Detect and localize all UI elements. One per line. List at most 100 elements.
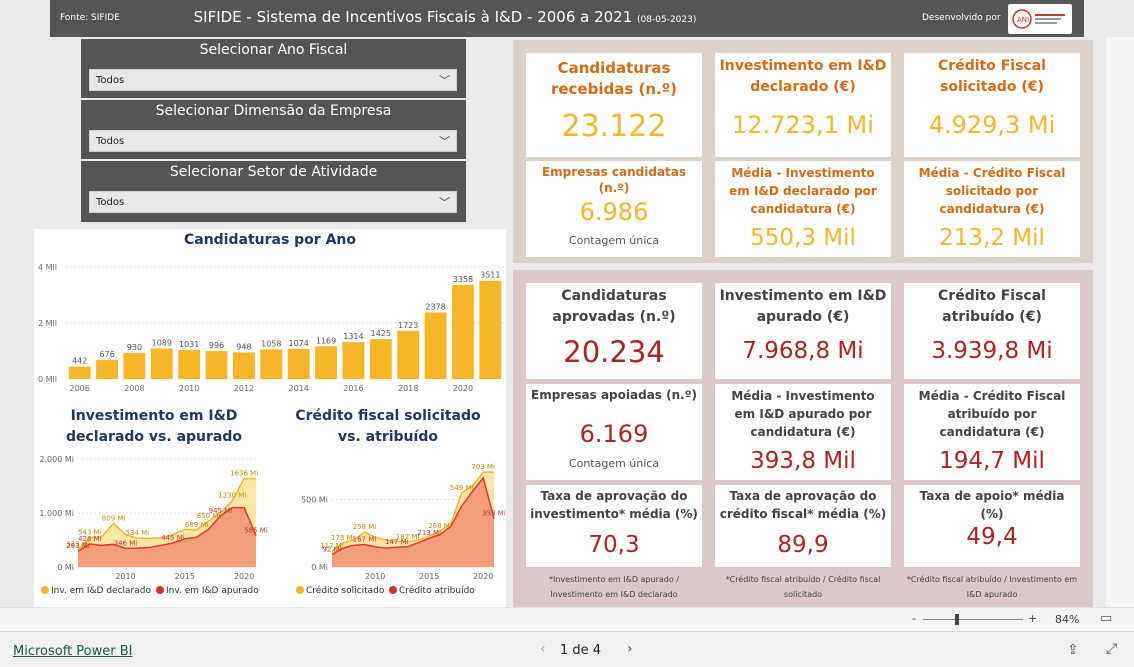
- bar-data-label: 1169: [316, 336, 336, 345]
- legend-dot: [389, 586, 397, 594]
- bar: [479, 280, 502, 379]
- powerbi-link[interactable]: Microsoft Power BI: [13, 644, 132, 659]
- bar-data-label: 1723: [398, 321, 418, 330]
- kpi-card-candidaturas-recebidas: Candidaturas recebidas (n.º) 23.122: [526, 53, 702, 157]
- bar: [315, 346, 338, 379]
- charts-panel: Candidaturas por Ano 0 Mil 2 Mil 4 Mil 442 6…: [34, 229, 506, 607]
- report-title-text: SIFIDE - Sistema de Incentivos Fiscais à…: [193, 8, 633, 26]
- area-data-label: 1230 Mi: [218, 492, 246, 500]
- bar: [232, 352, 255, 379]
- legend-dot: [156, 586, 164, 594]
- kpi-label: Candidaturas recebidas (n.º): [550, 59, 678, 98]
- kpi-label: Média - Investimento em I&D apurado por …: [731, 389, 875, 439]
- powerbi-footer: Microsoft Power BI ‹ 1 de 4 › ⇪ ⤢: [0, 631, 1134, 667]
- x-tick-label: 2010: [179, 384, 199, 393]
- report-header: Fonte: SIFIDE SIFIDE - Sistema de Incent…: [50, 0, 1084, 37]
- kpi-card-taxa-aprovacao-investimento: Taxa de aprovação do investimento* média…: [526, 485, 702, 567]
- zoom-bar: - + 84% ▭: [0, 607, 1134, 631]
- kpi-label: Taxa de aprovação do crédito fiscal* méd…: [719, 489, 887, 521]
- area-data-label: 585 Mi: [244, 526, 268, 534]
- bar: [150, 348, 173, 379]
- kpi-label: Crédito Fiscal atribuído (€): [938, 288, 1046, 325]
- bar-data-label: 3358: [453, 275, 473, 284]
- area-data-label: 178 Mi: [331, 534, 355, 542]
- kpi-value: 6.169: [579, 420, 649, 448]
- kpi-card-media-investimento-apurado: Média - Investimento em I&D apurado por …: [715, 384, 891, 480]
- bar-data-label: 1058: [261, 339, 281, 348]
- share-icon[interactable]: ⇪: [1067, 642, 1079, 658]
- area-data-label: 809 Mi: [102, 514, 126, 522]
- kpi-value: 89,9: [777, 532, 829, 558]
- area-data-label: 703 Mi: [471, 463, 495, 471]
- footnote-apoio: *Crédito fiscal atribuído / Investimento…: [906, 575, 1078, 599]
- kpi-card-candidaturas-aprovadas: Candidaturas aprovadas (n.º) 20.234: [526, 283, 702, 379]
- kpi-card-taxa-aprovacao-credito: Taxa de aprovação do crédito fiscal* méd…: [715, 485, 891, 567]
- kpi-value: 4.929,3 Mi: [928, 111, 1056, 139]
- legend-atribuido: Crédito atribuído: [389, 586, 475, 596]
- area-chart-1-title: Investimento em I&D declarado vs. apurad…: [65, 408, 242, 445]
- bar-data-label: 1425: [371, 329, 391, 338]
- previous-page-icon[interactable]: ‹: [540, 641, 546, 657]
- kpi-label: Candidaturas aprovadas (n.º): [552, 288, 676, 325]
- kpi-card-credito-solicitado: Crédito Fiscal solicitado (€) 4.929,3 Mi: [904, 53, 1080, 157]
- next-page-icon[interactable]: ›: [627, 641, 633, 657]
- kpi-label: Investimento em I&D apurado (€): [719, 288, 887, 325]
- legend-dot: [41, 586, 49, 594]
- report-title: SIFIDE - Sistema de Incentivos Fiscais à…: [50, 8, 840, 26]
- slicer-value-ano: Todos: [96, 75, 125, 86]
- bar-data-label: 3511: [480, 271, 500, 280]
- legend-label: Crédito atribuído: [399, 586, 475, 596]
- chevron-down-icon: ﹀: [439, 135, 450, 148]
- x-tick-label: 2020: [473, 572, 493, 579]
- kpi-card-investimento-declarado: Investimento em I&D declarado (€) 12.723…: [715, 53, 891, 157]
- candidaturas-bar-chart: 0 Mil 2 Mil 4 Mil 442 676 930 1089 1031 996 948 10…: [38, 263, 504, 393]
- kpi-card-empresas-apoiadas: Empresas apoiadas (n.º) 6.169 Contagem ú…: [526, 384, 702, 480]
- area-data-label: 689 Mi: [185, 521, 209, 529]
- kpi-label: Investimento em I&D declarado (€): [719, 58, 887, 95]
- y-tick-label: 1.000 Mi: [39, 509, 74, 518]
- area-data-label: 346 Mi: [114, 539, 138, 547]
- bar-data-label: 676: [99, 350, 114, 359]
- slicer-dropdown-dimensao[interactable]: Todos ﹀: [89, 130, 457, 152]
- slicer-dropdown-ano[interactable]: Todos ﹀: [89, 69, 457, 91]
- bar: [397, 330, 420, 379]
- kpi-card-empresas-candidatas: Empresas candidatas (n.º) 6.986 Contagem…: [526, 161, 702, 257]
- kpi-card-investimento-apurado: Investimento em I&D apurado (€) 7.968,8 …: [715, 283, 891, 379]
- y-tick-label: 4 Mil: [38, 263, 57, 272]
- zoom-slider-track[interactable]: [923, 619, 1023, 620]
- y-tick-label: 2 Mil: [38, 319, 57, 328]
- x-tick-label: 2014: [289, 384, 309, 393]
- x-tick-label: 2018: [398, 384, 418, 393]
- x-tick-label: 2012: [234, 384, 254, 393]
- bar: [68, 366, 91, 379]
- zoom-out-button[interactable]: -: [912, 612, 916, 625]
- bar-data-label: 1089: [152, 339, 172, 348]
- fit-to-page-icon[interactable]: ▭: [1100, 611, 1112, 626]
- fullscreen-icon[interactable]: ⤢: [1106, 641, 1117, 657]
- bar: [205, 351, 228, 379]
- zoom-in-button[interactable]: +: [1028, 612, 1037, 625]
- area-data-label: 258 Mi: [353, 523, 377, 531]
- kpi-card-media-credito-solicitado: Média - Crédito Fiscal solicitado por ca…: [904, 161, 1080, 257]
- kpi-value: 393,8 Mil: [750, 448, 856, 474]
- kpi-card-taxa-apoio: Taxa de apoio* média (%) 49,4: [904, 485, 1080, 567]
- kpi-value: 7.968,8 Mi: [742, 338, 864, 364]
- x-tick-label: 2020: [234, 572, 254, 579]
- kpi-value: 194,7 Mil: [939, 448, 1045, 474]
- chevron-down-icon: ﹀: [439, 196, 450, 209]
- x-tick-label: 2020: [453, 384, 473, 393]
- bar: [369, 339, 392, 379]
- legend-apurado: Inv. em I&D apurado: [156, 586, 259, 596]
- ani-logo: ANI: [1008, 4, 1072, 34]
- kpi-value: 23.122: [561, 109, 667, 144]
- bar-data-label: 2378: [425, 302, 445, 311]
- slicer-dropdown-setor[interactable]: Todos ﹀: [89, 191, 457, 213]
- legend-label: Inv. em I&D apurado: [166, 586, 259, 596]
- zoom-slider-thumb[interactable]: [955, 614, 959, 625]
- bar: [178, 350, 201, 379]
- x-tick-label: 2016: [343, 384, 363, 393]
- footnote-investimento: *Investimento em I&D apurado / Investime…: [549, 575, 679, 599]
- slicer-title-ano: Selecionar Ano Fiscal: [199, 42, 348, 58]
- kpi-card-media-credito-atribuido: Média - Crédito Fiscal atribuído por can…: [904, 384, 1080, 480]
- x-tick-label: 2008: [124, 384, 144, 393]
